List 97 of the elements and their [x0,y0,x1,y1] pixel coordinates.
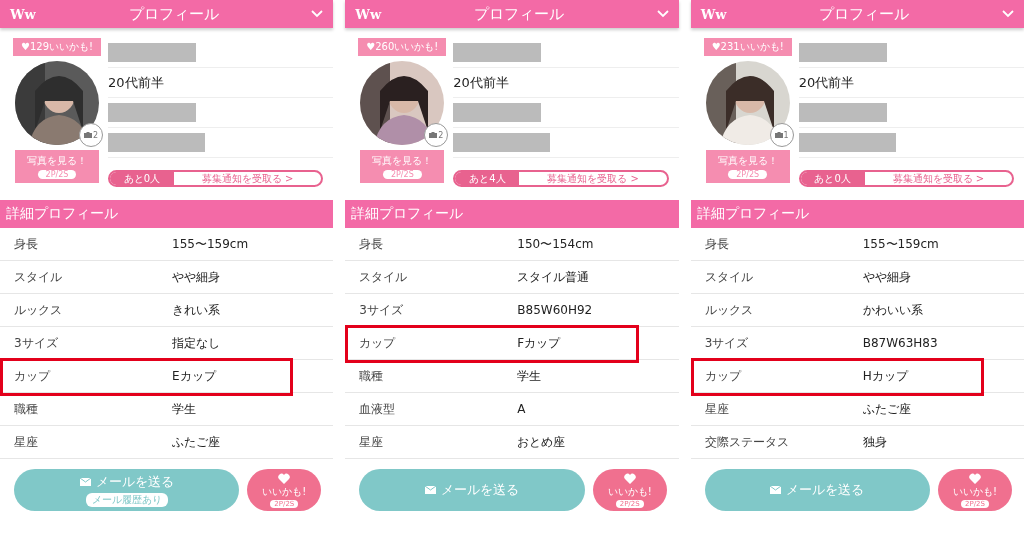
field-label: ルックス [14,301,63,319]
heart-icon [623,472,636,484]
field-label: ルックス [704,301,754,319]
send-mail-button[interactable]: メールを送る [359,469,585,511]
field-label: 3サイズ [359,301,404,319]
chevron-down-icon[interactable] [656,10,669,18]
field-value: B85W60H92 [517,303,593,317]
camera-icon [774,132,783,138]
field-value: Fカップ [517,334,561,352]
field-value: 学生 [517,367,542,385]
field-value: 155〜159cm [862,235,939,253]
like-label: いいかも! [952,484,997,499]
likes-count: ♥260いいかも! [358,38,447,56]
chevron-down-icon[interactable] [1002,10,1014,18]
recruit-notice-toggle[interactable]: あと4人 募集通知を受取る > [453,170,669,187]
field-value: やや細身 [862,268,911,286]
envelope-icon [425,486,436,494]
field-label: カップ [14,367,52,385]
send-mail-button[interactable]: メールを送る メール履歴あり [14,469,240,511]
photo-count: 2 [438,130,444,140]
field-value: ふたご座 [172,433,220,451]
field-value: B87W63H83 [862,336,938,350]
section-title: 詳細プロフィール [0,200,334,228]
likes-count: ♥231いいかも! [703,38,792,56]
field-value: Hカップ [862,367,908,385]
send-mail-label: メールを送る [95,473,174,491]
notice-link: 募集通知を受取る > [200,172,295,185]
field-label: スタイル [704,268,754,286]
field-label: 職種 [14,400,39,418]
field-value: 独身 [862,433,887,451]
recruit-notice-toggle[interactable]: あと0人 募集通知を受取る > [108,170,324,187]
notice-link: 募集通知を受取る > [891,172,986,185]
field-label: スタイル [14,268,63,286]
envelope-icon [79,478,91,486]
field-label: 身長 [359,235,385,253]
field-label: 星座 [14,433,39,451]
photo-count: 2 [92,130,99,140]
page-title: プロフィール [819,4,910,24]
field-value: きれい系 [172,301,220,319]
remaining-count: あと0人 [800,172,865,185]
field-label: 身長 [704,235,730,253]
mail-history-tag: メール履歴あり [85,493,168,507]
send-mail-label: メールを送る [786,481,865,499]
field-label: カップ [704,367,743,385]
view-photos-button[interactable]: 写真を見る！ 2P/2S [360,150,445,183]
field-value: 150〜154cm [517,235,594,253]
field-value: 155〜159cm [172,235,249,253]
like-label: いいかも! [262,484,307,499]
field-label: 身長 [14,235,39,253]
photo-count: 1 [783,130,789,140]
notice-link: 募集通知を受取る > [546,172,640,185]
send-mail-button[interactable]: メールを送る [704,469,930,511]
field-label: スタイル [359,268,409,286]
like-label: いいかも! [607,484,652,499]
field-value: やや細身 [172,268,220,286]
field-label: 星座 [359,433,385,451]
recruit-notice-toggle[interactable]: あと0人 募集通知を受取る > [798,170,1014,187]
field-value: かわいい系 [862,301,923,319]
field-label: 職種 [359,367,385,385]
field-value: ふたご座 [862,400,911,418]
envelope-icon [770,486,782,494]
field-label: 3サイズ [704,334,750,352]
field-value: スタイル普通 [517,268,590,286]
app-logo: Ww [10,6,36,22]
section-title: 詳細プロフィール [345,200,679,228]
remaining-count: あと0人 [110,172,174,185]
field-value: A [517,402,526,416]
field-value: Eカップ [172,367,216,385]
age-text: 20代前半 [453,73,509,92]
send-mail-label: メールを送る [441,481,519,499]
page-title: プロフィール [473,4,564,24]
heart-icon [278,472,291,484]
field-value: おとめ座 [517,433,566,451]
photo-price: 2P/2S [37,170,77,179]
page-title: プロフィール [128,4,219,24]
view-photos-button[interactable]: 写真を見る！ 2P/2S [705,150,790,183]
field-label: 星座 [704,400,730,418]
field-label: カップ [359,334,397,352]
app-logo: Ww [355,6,382,22]
remaining-count: あと4人 [455,172,520,185]
field-value: 指定なし [172,334,220,352]
age-text: 20代前半 [108,73,164,92]
field-value: 学生 [172,400,196,418]
app-logo: Ww [700,6,727,22]
camera-icon [429,132,438,138]
field-label: 交際ステータス [704,433,790,451]
photo-price: 2P/2S [728,170,768,179]
photo-price: 2P/2S [382,170,422,179]
chevron-down-icon[interactable] [311,10,324,18]
heart-icon [969,472,981,484]
age-text: 20代前半 [798,73,855,92]
likes-count: ♥129いいかも! [13,38,101,56]
camera-icon [83,132,92,138]
field-label: 3サイズ [14,334,59,352]
field-label: 血液型 [359,400,397,418]
section-title: 詳細プロフィール [690,200,1024,228]
view-photos-button[interactable]: 写真を見る！ 2P/2S [15,150,99,183]
